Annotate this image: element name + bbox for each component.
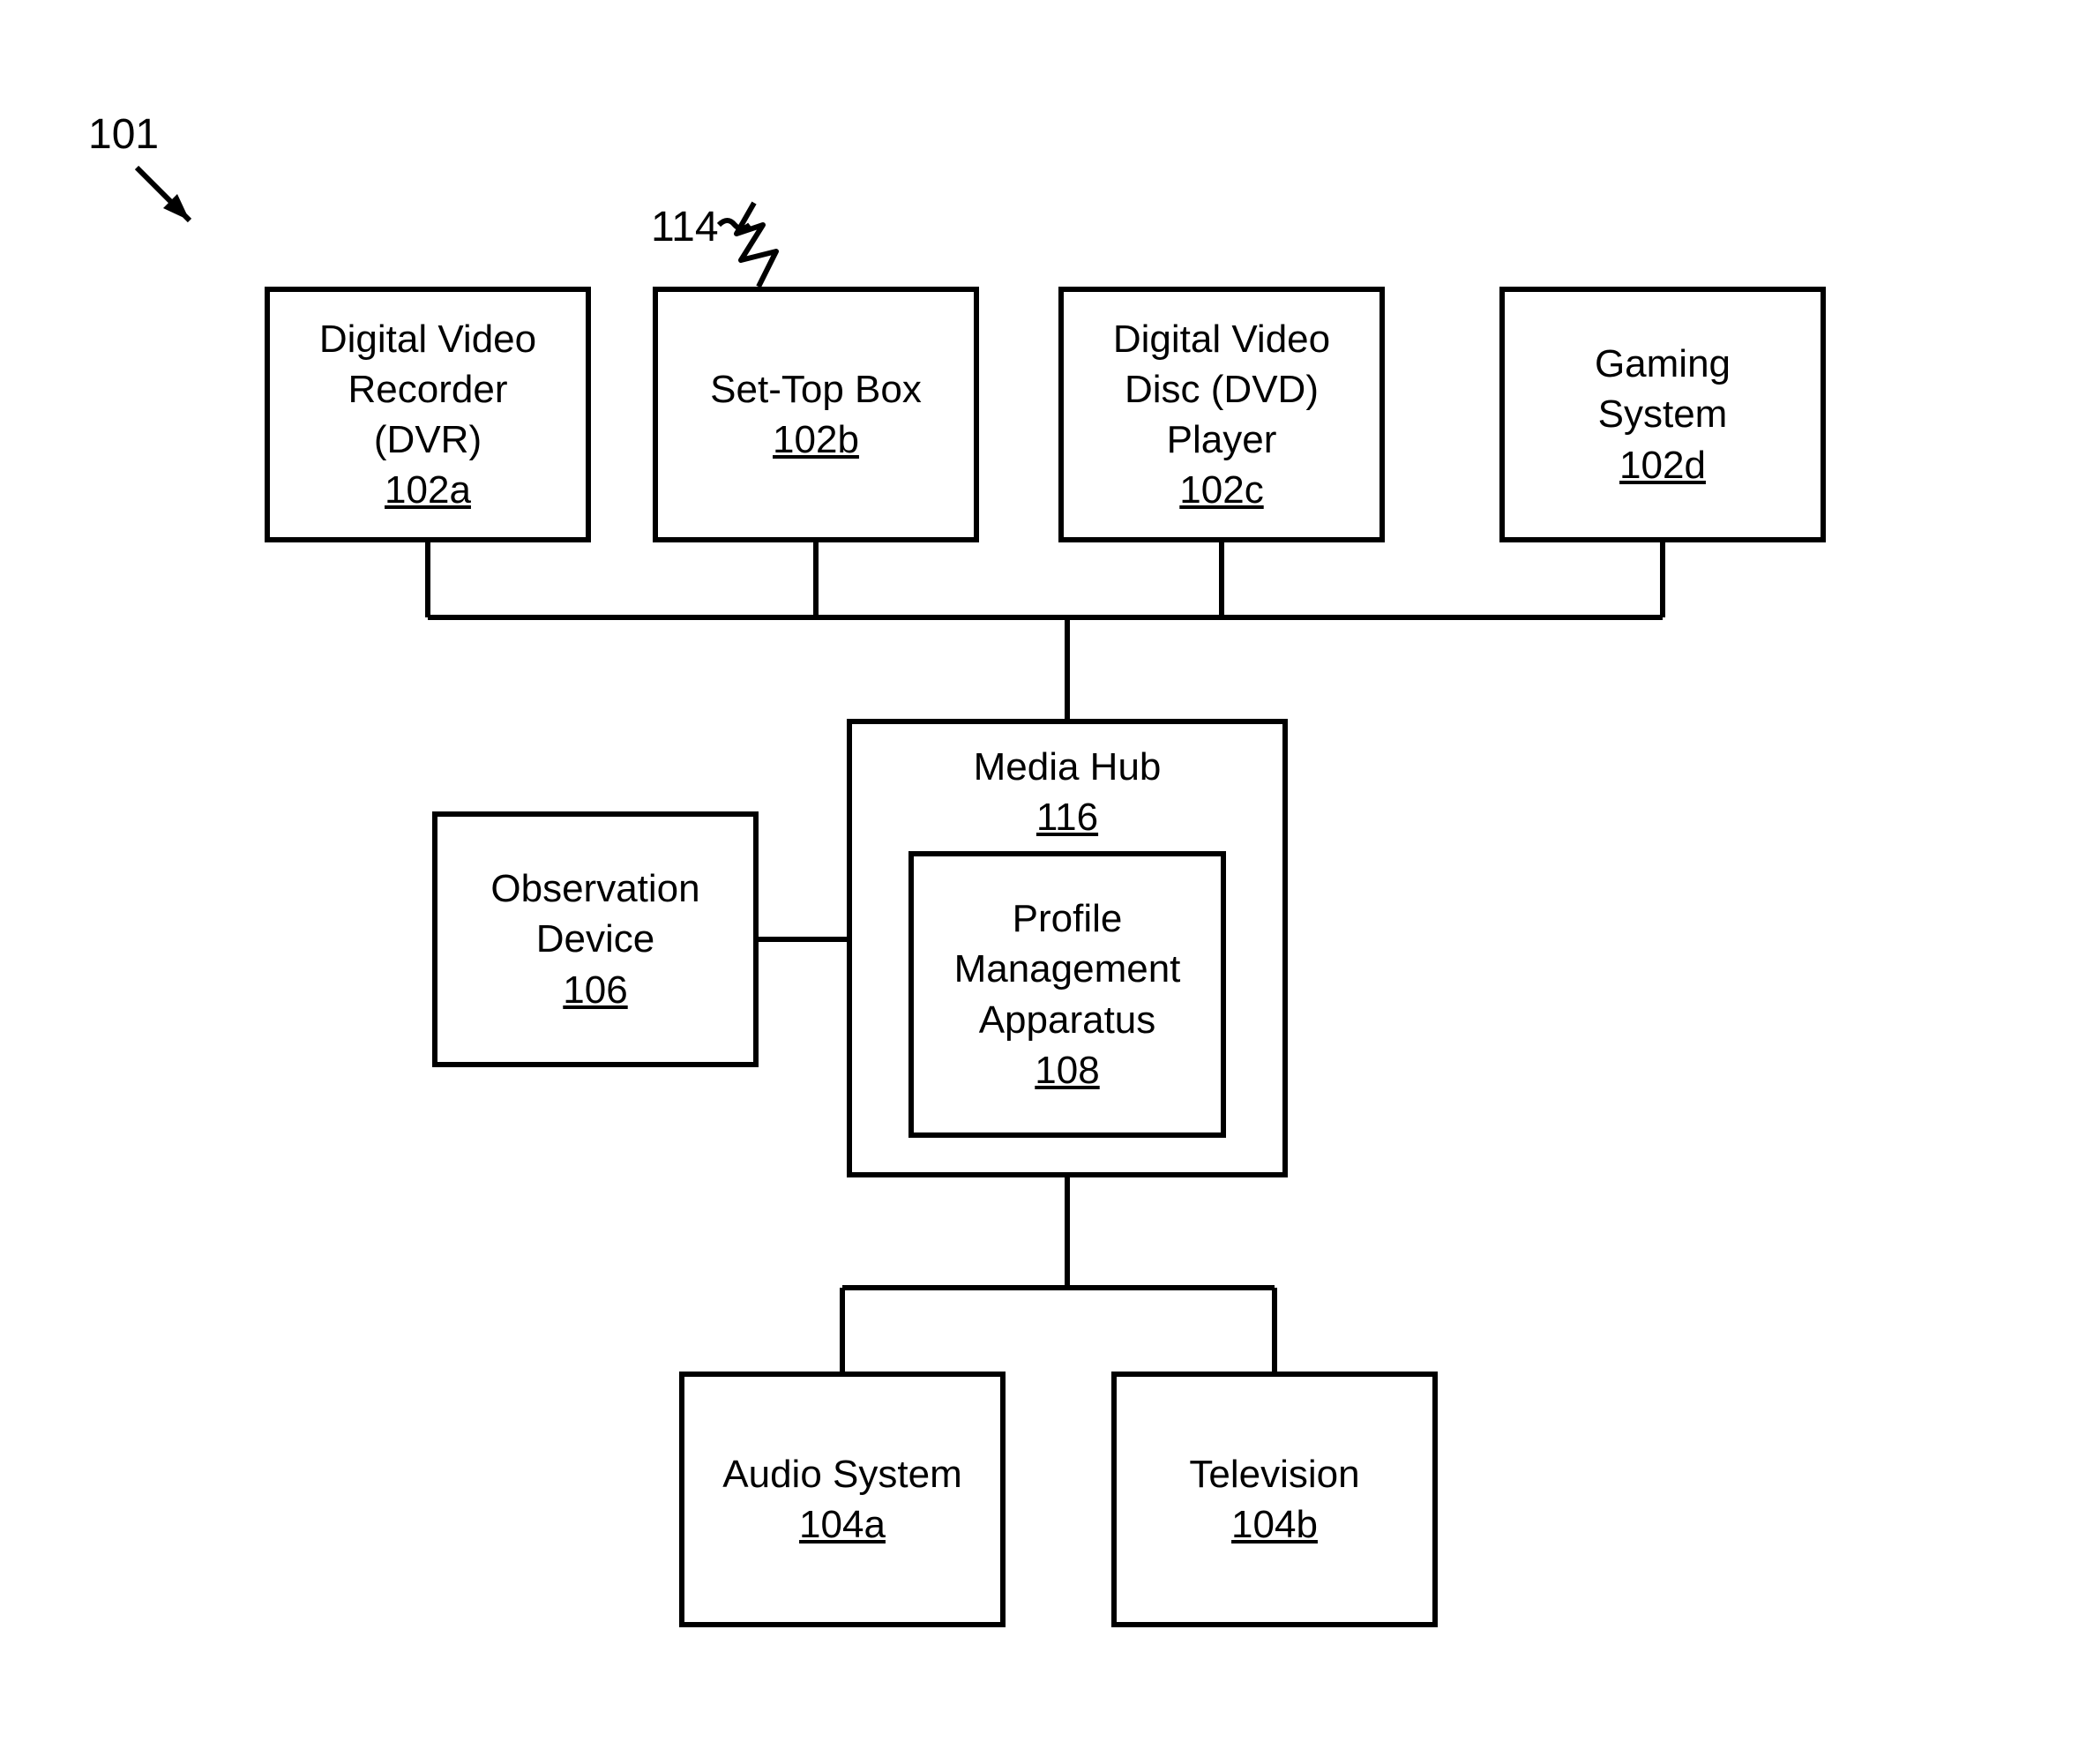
block-stb-ref: 102b [773, 415, 859, 465]
block-hub-line1: Media Hub [974, 742, 1162, 792]
block-dvr-line3: (DVR) [374, 415, 482, 465]
block-dvd-ref: 102c [1179, 465, 1263, 515]
block-pma-line3: Apparatus [979, 995, 1156, 1045]
block-hub-ref: 116 [1036, 792, 1098, 842]
block-profile-management: Profile Management Apparatus 108 [908, 851, 1226, 1138]
block-tv: Television 104b [1111, 1372, 1438, 1627]
block-obs-line2: Device [536, 914, 655, 964]
block-dvr-line2: Recorder [348, 364, 508, 415]
block-dvd-line2: Disc (DVD) [1125, 364, 1319, 415]
block-game-line2: System [1598, 389, 1728, 439]
block-tv-line1: Television [1189, 1449, 1359, 1499]
block-game: Gaming System 102d [1499, 287, 1826, 542]
block-tv-ref: 104b [1231, 1499, 1318, 1550]
block-dvd-line1: Digital Video [1113, 314, 1330, 364]
block-audio-ref: 104a [799, 1499, 886, 1550]
block-stb-line1: Set-Top Box [710, 364, 922, 415]
block-game-ref: 102d [1619, 440, 1706, 490]
block-dvd-line3: Player [1167, 415, 1277, 465]
block-pma-line2: Management [954, 944, 1181, 994]
block-game-line1: Gaming [1595, 339, 1731, 389]
antenna-ref-label: 114 [651, 203, 719, 251]
block-dvd: Digital Video Disc (DVD) Player 102c [1058, 287, 1385, 542]
block-stb: Set-Top Box 102b [653, 287, 979, 542]
block-obs-line1: Observation [490, 863, 699, 914]
block-dvr-line1: Digital Video [319, 314, 536, 364]
block-dvr: Digital Video Recorder (DVR) 102a [265, 287, 591, 542]
block-pma-ref: 108 [1035, 1045, 1099, 1095]
block-obs-ref: 106 [563, 965, 627, 1015]
diagram-canvas: 101 114 Digital Video Recorder (DVR) 102… [0, 0, 2086, 1764]
figure-ref-label: 101 [88, 110, 159, 159]
block-observation: Observation Device 106 [432, 811, 759, 1067]
block-dvr-ref: 102a [385, 465, 471, 515]
block-audio-line1: Audio System [722, 1449, 961, 1499]
block-pma-line1: Profile [1013, 893, 1123, 944]
block-audio: Audio System 104a [679, 1372, 1006, 1627]
